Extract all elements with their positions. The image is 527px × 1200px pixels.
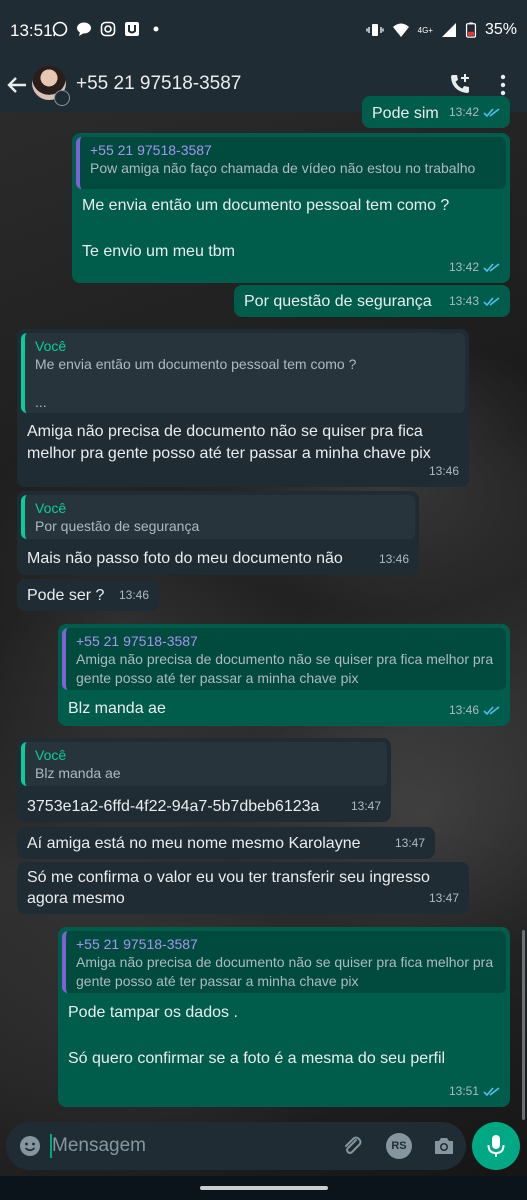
quoted-author: +55 21 97518-3587 (90, 142, 212, 158)
wifi-icon (392, 23, 409, 37)
message-bubble-incoming[interactable]: Aí amiga está no meu nome mesmo Karolayn… (17, 827, 435, 859)
message-time: 13:42 (448, 105, 479, 119)
microphone-icon (487, 1135, 505, 1157)
message-bubble-outgoing[interactable]: +55 21 97518-3587 Pow amiga não faço cha… (72, 133, 510, 283)
message-time: 13:42 (448, 260, 479, 274)
battery-icon (465, 22, 477, 38)
quoted-message[interactable]: +55 21 97518-3587 Amiga não precisa de d… (62, 931, 506, 993)
message-time: 13:46 (378, 552, 409, 566)
network-type: 4G+ (417, 25, 433, 35)
message-bubble-incoming[interactable]: Você Por questão de segurança Mais não p… (17, 491, 419, 575)
add-call-icon[interactable] (448, 72, 472, 96)
message-text: Pode tampar os dados . Só quero confirma… (68, 1004, 446, 1067)
quoted-text: Pow amiga não faço chamada de vídeo não … (90, 160, 476, 176)
contact-name[interactable]: +55 21 97518-3587 (76, 73, 241, 95)
message-text: Só me confirma o valor eu vou ter transf… (27, 869, 430, 907)
message-time: 13:47 (394, 836, 425, 850)
camera-icon[interactable] (432, 1134, 456, 1158)
quoted-message[interactable]: +55 21 97518-3587 Pow amiga não faço cha… (76, 137, 506, 189)
more-notifications-dot-icon (153, 26, 159, 32)
emoji-icon[interactable] (18, 1134, 42, 1158)
message-time: 13:46 (448, 703, 479, 717)
message-bubble-incoming[interactable]: Pode ser ? 13:46 (17, 579, 159, 611)
status-bar: 13:51 4G+ 35% (0, 0, 527, 62)
read-ticks-icon (483, 706, 500, 716)
scrollbar[interactable] (522, 930, 525, 1120)
message-text: Mais não passo foto do meu documento não (27, 550, 343, 567)
message-bubble-incoming[interactable]: Só me confirma o valor eu vou ter transf… (17, 862, 469, 914)
system-nav-bar (0, 1176, 527, 1200)
message-bubble-outgoing[interactable]: Por questão de segurança 13:43 (234, 285, 510, 317)
message-input[interactable]: Mensagem (52, 1135, 146, 1157)
message-text: 3753e1a2-6ffd-4f22-94a7-5b7dbeb6123a (27, 798, 320, 815)
message-time: 13:47 (350, 799, 381, 813)
quoted-message[interactable]: Você Me envia então um documento pessoal… (21, 333, 465, 413)
quoted-author: Você (35, 500, 67, 516)
voice-message-button[interactable] (472, 1122, 520, 1170)
message-time: 13:46 (428, 464, 459, 478)
quoted-message[interactable]: Você Por questão de segurança (21, 495, 415, 539)
status-ring-icon (54, 90, 70, 106)
vibrate-icon (365, 24, 384, 36)
battery-percent: 35% (484, 21, 517, 38)
whatsapp-notification-icon (52, 21, 68, 37)
chat-bubble-icon (77, 22, 91, 36)
back-arrow-icon[interactable] (6, 74, 28, 96)
read-ticks-icon (483, 297, 500, 307)
message-text: Blz manda ae (68, 700, 166, 717)
message-time: 13:43 (448, 294, 479, 308)
instagram-icon (100, 21, 116, 37)
message-text: Amiga não precisa de documento não se qu… (27, 423, 431, 462)
read-ticks-icon (483, 1087, 500, 1097)
message-bubble-outgoing[interactable]: Pode sim 13:42 (362, 96, 510, 128)
read-ticks-icon (483, 263, 500, 273)
quoted-text: Amiga não precisa de documento não se qu… (76, 651, 494, 686)
quoted-text: Me envia então um documento pessoal tem … (35, 356, 357, 410)
status-time: 13:51 (10, 21, 53, 40)
message-bubble-outgoing[interactable]: +55 21 97518-3587 Amiga não precisa de d… (58, 927, 510, 1107)
u-app-icon (125, 22, 139, 36)
quoted-message[interactable]: +55 21 97518-3587 Amiga não precisa de d… (62, 628, 506, 690)
message-time: 13:47 (428, 891, 459, 905)
quoted-text: Amiga não precisa de documento não se qu… (76, 954, 494, 989)
read-ticks-icon (483, 108, 500, 118)
message-time: 13:46 (118, 588, 149, 602)
quoted-author: +55 21 97518-3587 (76, 633, 198, 649)
message-composer[interactable]: Mensagem RS (6, 1122, 466, 1170)
message-bubble-incoming[interactable]: Você Blz manda ae 3753e1a2-6ffd-4f22-94a… (17, 738, 391, 822)
message-bubble-incoming[interactable]: Você Me envia então um documento pessoal… (17, 329, 469, 487)
message-time: 13:51 (448, 1084, 479, 1098)
message-bubble-outgoing[interactable]: +55 21 97518-3587 Amiga não precisa de d… (58, 624, 510, 726)
quoted-text: Blz manda ae (35, 765, 121, 781)
attach-icon[interactable] (340, 1134, 364, 1158)
home-gesture-handle[interactable] (200, 1186, 328, 1190)
currency-payment-icon[interactable]: RS (386, 1133, 412, 1159)
quoted-message[interactable]: Você Blz manda ae (21, 742, 387, 786)
message-text: Aí amiga está no meu nome mesmo Karolayn… (27, 835, 361, 852)
message-text: Por questão de segurança (244, 293, 432, 310)
quoted-author: Você (35, 747, 67, 763)
quoted-text: Por questão de segurança (35, 518, 200, 534)
more-options-icon[interactable] (500, 74, 506, 96)
message-text: Me envia então um documento pessoal tem … (82, 197, 450, 260)
message-text: Pode ser ? (27, 587, 105, 604)
signal-icon (441, 23, 456, 37)
message-text: Pode sim (372, 105, 439, 122)
quoted-author: +55 21 97518-3587 (76, 936, 198, 952)
quoted-author: Você (35, 338, 67, 354)
